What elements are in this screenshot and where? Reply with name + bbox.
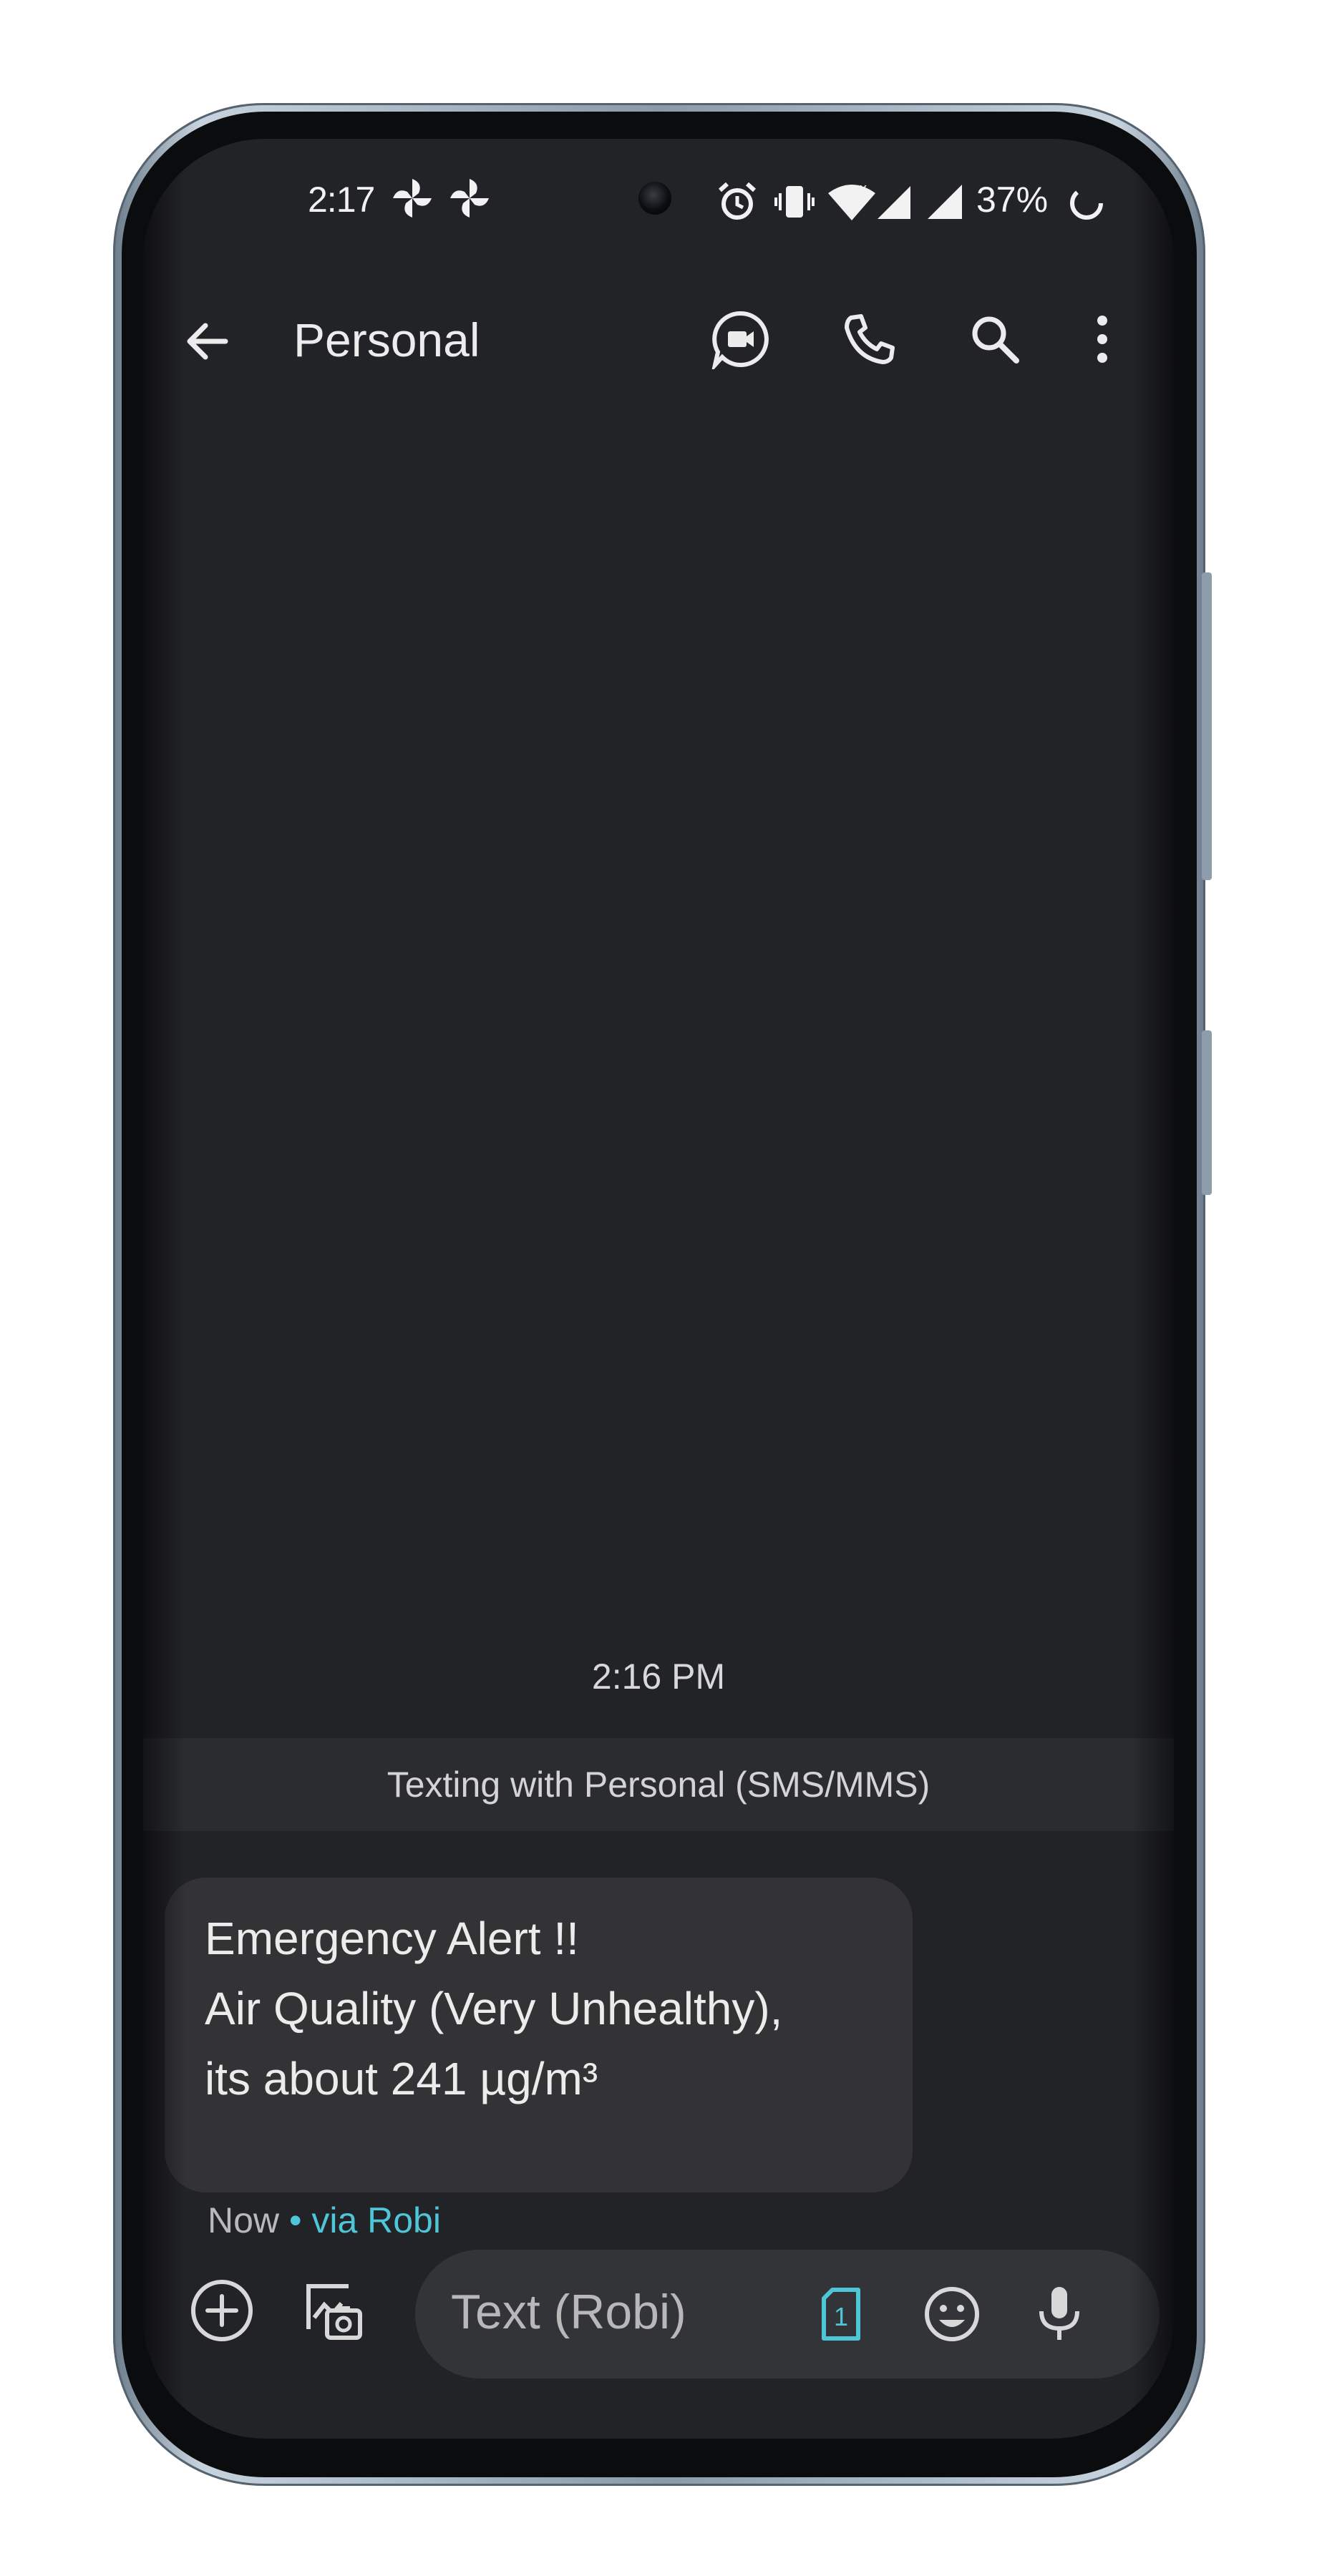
add-icon — [191, 2280, 253, 2341]
message-input-placeholder: Text (Robi) — [451, 2285, 686, 2339]
battery-percent: 37% — [976, 180, 1049, 220]
more-options-button[interactable] — [1066, 303, 1138, 375]
back-button[interactable] — [172, 306, 243, 377]
message-input-field[interactable]: Text (Robi) 1 — [415, 2250, 1160, 2379]
add-attachment-button[interactable] — [183, 2271, 261, 2350]
battery-saver-icon — [1070, 187, 1103, 220]
conversation-title: Personal — [293, 313, 480, 366]
message-bubble[interactable]: Emergency Alert !! Air Quality (Very Unh… — [165, 1878, 913, 2192]
pinwheel-icon — [393, 179, 432, 218]
front-camera — [638, 182, 671, 215]
emoji-button[interactable] — [916, 2278, 988, 2350]
emoji-icon — [925, 2287, 979, 2341]
status-bar: 2:17 x 37% — [143, 175, 1174, 239]
mic-icon — [1039, 2287, 1079, 2340]
phone-icon — [845, 314, 895, 364]
power-button — [1202, 1030, 1212, 1195]
video-call-button[interactable] — [705, 303, 777, 375]
wifi-icon: x — [828, 181, 875, 220]
more-vert-icon — [1097, 316, 1107, 363]
message-timestamp: 2:16 PM — [591, 1657, 726, 1697]
svg-text:x: x — [860, 181, 867, 197]
status-time: 2:17 — [308, 180, 375, 220]
app-bar: Personal — [143, 293, 1174, 386]
phone-screen: 2:17 x 37% Personal 2:16 PM Texting with… — [143, 139, 1174, 2439]
gallery-button[interactable] — [293, 2271, 372, 2350]
search-button[interactable] — [959, 303, 1031, 375]
message-line: Air Quality (Very Unhealthy), — [205, 1983, 783, 2034]
message-line: Emergency Alert !! — [205, 1913, 579, 1964]
screen-edge-shade — [1131, 139, 1174, 2439]
cellular-signal-icon — [928, 185, 962, 219]
message-meta: Now • via Robi — [208, 2200, 441, 2241]
voice-input-button[interactable] — [1024, 2278, 1095, 2350]
vibrate-icon — [774, 186, 815, 218]
cellular-signal-icon — [878, 186, 910, 219]
pinwheel-icon — [450, 179, 489, 218]
sms-mode-text: Texting with Personal (SMS/MMS) — [387, 1765, 930, 1805]
gallery-icon — [306, 2284, 362, 2340]
volume-button — [1202, 572, 1212, 880]
search-icon — [972, 316, 1019, 364]
back-arrow-icon — [187, 323, 228, 360]
phone-call-button[interactable] — [834, 303, 905, 375]
message-line: its about 241 µg/m³ — [205, 2053, 598, 2104]
message-time: Now — [208, 2200, 280, 2240]
sim-selector-button[interactable]: 1 — [805, 2278, 877, 2350]
message-via-sim: • via Robi — [288, 2200, 441, 2240]
video-call-icon — [711, 311, 769, 369]
sim-card-icon: 1 — [822, 2288, 860, 2341]
alarm-icon — [718, 182, 757, 220]
sim-number: 1 — [834, 2302, 848, 2331]
sms-mode-banner: Texting with Personal (SMS/MMS) — [143, 1738, 1174, 1831]
